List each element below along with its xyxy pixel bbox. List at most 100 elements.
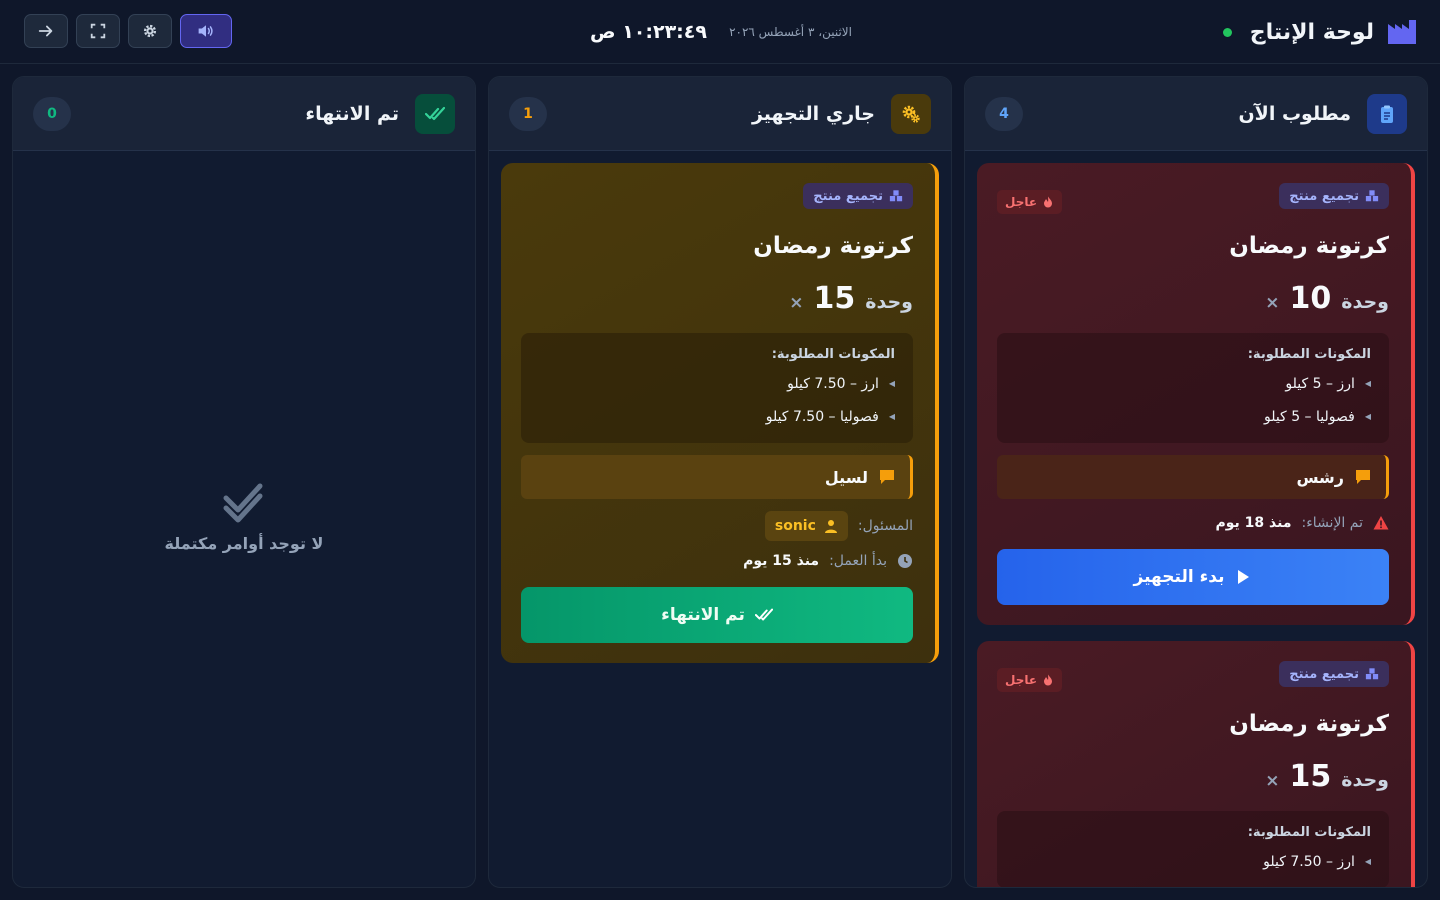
empty-state: لا توجد أوامر مكتملة bbox=[13, 476, 475, 553]
product-name: كرتونة رمضان bbox=[1229, 711, 1389, 737]
column-done: تم الانتهاء 0 لا توجد أوامر مكتملة bbox=[12, 76, 476, 888]
product-name: كرتونة رمضان bbox=[1229, 233, 1389, 259]
double-check-icon bbox=[223, 483, 263, 523]
column-count-badge: 1 bbox=[509, 96, 547, 131]
clock-icon bbox=[898, 554, 912, 568]
order-card: تجميع منتج عاجل كرتونة رمضان وحدة 15 × ا… bbox=[977, 641, 1415, 887]
order-type-label: تجميع منتج bbox=[1289, 666, 1359, 682]
clock-date: الاثنين، ٣ أغسطس ٢٠٢٦ bbox=[729, 25, 852, 39]
quantity: وحدة 15 × bbox=[997, 759, 1389, 794]
quantity-multiplier: × bbox=[1265, 771, 1280, 791]
column-title: تم الانتهاء bbox=[305, 102, 399, 125]
assignee-name: sonic bbox=[774, 518, 816, 534]
gear-icon bbox=[143, 24, 157, 38]
bullet-icon: ◀ bbox=[888, 379, 895, 388]
order-type-label: تجميع منتج bbox=[813, 188, 883, 204]
order-type-label: تجميع منتج bbox=[1289, 188, 1359, 204]
urgent-label: عاجل bbox=[1005, 673, 1038, 687]
urgent-label: عاجل bbox=[1005, 195, 1038, 209]
quantity-unit: وحدة bbox=[865, 291, 913, 313]
started-meta: بدأ العمل: منذ 15 يوم bbox=[521, 551, 913, 571]
started-value: منذ 15 يوم bbox=[743, 553, 820, 569]
column-icon-box bbox=[1367, 93, 1407, 134]
clock: ١٠:٢٣:٤٩ ص الاثنين، ٣ أغسطس ٢٠٢٦ bbox=[590, 18, 852, 46]
empty-state-text: لا توجد أوامر مكتملة bbox=[164, 534, 324, 553]
ingredients-title: المكونات المطلوبة: bbox=[1247, 347, 1371, 362]
urgent-badge: عاجل bbox=[997, 190, 1063, 214]
created-label: تم الإنشاء: bbox=[1301, 515, 1364, 531]
clipboard-icon bbox=[1381, 105, 1393, 123]
note-text: لسيل bbox=[824, 467, 868, 487]
assignee-meta: المسئول: sonic bbox=[521, 511, 913, 541]
assignee-label: المسئول: bbox=[857, 518, 913, 534]
ingredients-title: المكونات المطلوبة: bbox=[771, 347, 895, 362]
created-value: منذ 18 يوم bbox=[1215, 515, 1292, 531]
double-check-icon bbox=[425, 106, 445, 120]
column-icon-box bbox=[415, 93, 455, 134]
order-card: تجميع منتج كرتونة رمضان وحدة 15 × المكون… bbox=[501, 163, 939, 663]
quantity-multiplier: × bbox=[789, 293, 804, 313]
start-preparation-button[interactable]: بدء التجهيز bbox=[997, 549, 1389, 605]
column-icon-box bbox=[891, 93, 931, 134]
order-note: رشس bbox=[997, 455, 1389, 499]
sound-toggle-button[interactable] bbox=[180, 14, 232, 48]
bullet-icon: ◀ bbox=[1364, 857, 1371, 866]
cubes-icon bbox=[1365, 668, 1379, 680]
cubes-icon bbox=[1365, 190, 1379, 202]
quantity-value: 15 bbox=[1289, 759, 1332, 794]
assignee-badge: sonic bbox=[764, 511, 848, 541]
column-count-badge: 4 bbox=[985, 96, 1023, 131]
double-check-icon bbox=[754, 608, 773, 621]
button-label: بدء التجهيز bbox=[1133, 567, 1225, 587]
quantity-value: 15 bbox=[813, 281, 856, 316]
column-header: جاري التجهيز 1 bbox=[489, 77, 951, 151]
fullscreen-button[interactable] bbox=[76, 14, 120, 48]
page-title: لوحة الإنتاج bbox=[1249, 19, 1374, 45]
fullscreen-icon bbox=[90, 23, 106, 39]
column-in-progress: جاري التجهيز 1 تجميع منتج كرتونة رمضان و… bbox=[488, 76, 952, 888]
back-button[interactable] bbox=[24, 14, 68, 48]
column-body: تجميع منتج عاجل كرتونة رمضان وحدة 10 × ا… bbox=[965, 151, 1427, 887]
order-note: لسيل bbox=[521, 455, 913, 499]
ingredient-label: ارز – 7.50 كيلو bbox=[787, 375, 879, 392]
quantity-value: 10 bbox=[1289, 281, 1332, 316]
user-icon bbox=[824, 520, 837, 533]
urgent-badge: عاجل bbox=[997, 668, 1063, 692]
order-type-tag: تجميع منتج bbox=[1279, 661, 1389, 687]
quantity-unit: وحدة bbox=[1341, 291, 1389, 313]
quantity: وحدة 15 × bbox=[521, 281, 913, 316]
gears-icon bbox=[902, 105, 920, 123]
bullet-icon: ◀ bbox=[1364, 412, 1371, 421]
started-label: بدأ العمل: bbox=[829, 553, 887, 569]
ingredients-title: المكونات المطلوبة: bbox=[1247, 825, 1371, 840]
order-type-tag: تجميع منتج bbox=[1279, 183, 1389, 209]
column-title: جاري التجهيز bbox=[751, 102, 875, 125]
button-label: تم الانتهاء bbox=[661, 605, 745, 625]
ingredients-box: المكونات المطلوبة: ◀ ارز – 7.50 كيلو bbox=[997, 811, 1389, 887]
settings-button[interactable] bbox=[128, 14, 172, 48]
ingredient-label: فصوليا – 7.50 كيلو bbox=[765, 408, 879, 425]
column-header: تم الانتهاء 0 bbox=[13, 77, 475, 151]
ingredient-item: ◀ ارز – 5 كيلو bbox=[1015, 367, 1371, 400]
warning-icon bbox=[1373, 516, 1389, 530]
column-body: تجميع منتج كرتونة رمضان وحدة 15 × المكون… bbox=[489, 151, 951, 887]
product-name: كرتونة رمضان bbox=[753, 233, 913, 259]
ingredient-item: ◀ فصوليا – 7.50 كيلو bbox=[539, 400, 895, 433]
ingredient-label: ارز – 7.50 كيلو bbox=[1263, 853, 1355, 870]
ingredient-item: ◀ ارز – 7.50 كيلو bbox=[1015, 845, 1371, 878]
play-icon bbox=[1238, 570, 1250, 584]
ingredients-box: المكونات المطلوبة: ◀ ارز – 5 كيلو ◀ فصول… bbox=[997, 333, 1389, 443]
mark-complete-button[interactable]: تم الانتهاء bbox=[521, 587, 913, 643]
toolbar-controls bbox=[24, 14, 232, 50]
ingredient-label: فصوليا – 5 كيلو bbox=[1263, 408, 1355, 425]
cubes-icon bbox=[889, 190, 903, 202]
column-title: مطلوب الآن bbox=[1238, 102, 1351, 125]
comment-icon bbox=[880, 470, 894, 484]
column-count-badge: 0 bbox=[33, 96, 71, 131]
clock-time: ١٠:٢٣:٤٩ ص bbox=[590, 21, 707, 43]
live-status-dot bbox=[1222, 27, 1232, 37]
ingredient-item: ◀ ارز – 7.50 كيلو bbox=[539, 367, 895, 400]
bullet-icon: ◀ bbox=[1364, 379, 1371, 388]
comment-icon bbox=[1356, 470, 1370, 484]
quantity-unit: وحدة bbox=[1341, 769, 1389, 791]
